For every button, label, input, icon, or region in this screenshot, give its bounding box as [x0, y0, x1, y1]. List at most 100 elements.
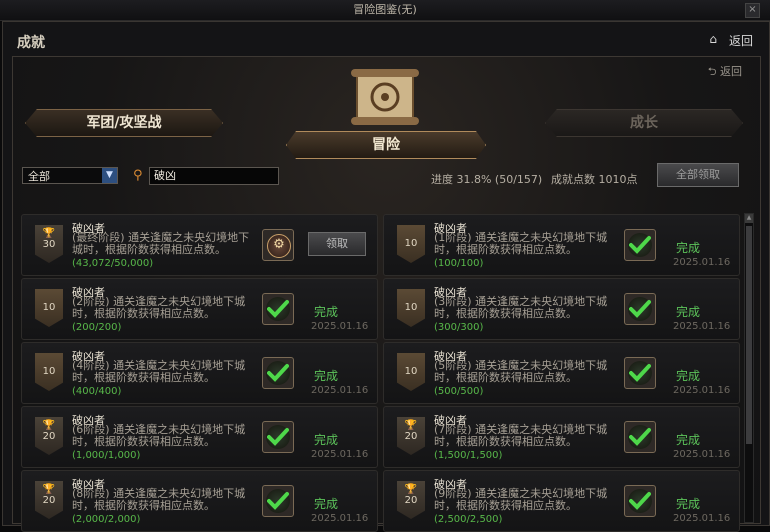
achievement-card: 10 破凶者 (4阶段) 通关逢魔之未央幻境地下城时，根据阶数获得相应点数。 (400… — [21, 342, 378, 404]
achievement-description: (3阶段) 通关逢魔之未央幻境地下城时，根据阶数获得相应点数。 — [434, 295, 608, 320]
completed-status: 完成 — [314, 369, 339, 383]
achievement-description: (8阶段) 通关逢魔之未央幻境地下城时，根据阶数获得相应点数。 — [72, 487, 246, 512]
achievement-card: 10 破凶者 (5阶段) 通关逢魔之未央幻境地下城时，根据阶数获得相应点数。 (500… — [383, 342, 740, 404]
achievement-points-text: 成就点数 1010点 — [551, 173, 638, 186]
achievement-progress: (1,500/1,500) — [434, 450, 503, 461]
achievement-progress: (1,000/1,000) — [72, 450, 141, 461]
reward-item-icon[interactable]: ⚙ — [262, 229, 294, 261]
achievement-description: (最终阶段) 通关逢魔之未央幻境地下城时，根据阶数获得相应点数。 — [72, 231, 250, 256]
badge-points: 20 — [404, 495, 418, 506]
achievement-badge: 🏆 20 — [397, 481, 425, 519]
scroll-emblem-icon — [351, 69, 419, 125]
claim-button[interactable]: 领取 — [308, 232, 366, 256]
chevron-down-icon[interactable]: ▼ — [102, 168, 117, 183]
page-title: 成就 — [17, 35, 45, 51]
achievement-badge: 🏆 20 — [35, 481, 63, 519]
tab-legion-siege[interactable]: 军团/攻坚战 — [25, 109, 223, 137]
reward-claimed-checkmark-icon[interactable] — [262, 421, 294, 453]
trophy-icon: 🏆 — [404, 484, 418, 495]
achievement-badge: 10 — [397, 289, 425, 327]
claim-all-button[interactable]: 全部领取 — [657, 163, 739, 187]
list-scrollbar[interactable]: ▲ — [744, 213, 754, 523]
completion-date: 2025.01.16 — [311, 385, 369, 396]
badge-points: 10 — [42, 302, 56, 313]
achievement-badge: 🏆 20 — [35, 417, 63, 455]
completion-date: 2025.01.16 — [311, 321, 369, 332]
achievement-description: (1阶段) 通关逢魔之未央幻境地下城时，根据阶数获得相应点数。 — [434, 231, 608, 256]
completed-status: 完成 — [314, 305, 339, 319]
badge-points: 10 — [404, 302, 418, 313]
achievement-badge: 10 — [397, 353, 425, 391]
completed-status: 完成 — [676, 241, 701, 255]
progress-text: 进度 31.8% (50/157) — [431, 173, 543, 186]
achievement-card: 🏆 20 破凶者 (6阶段) 通关逢魔之未央幻境地下城时，根据阶数获得相应点数。 (1,… — [21, 406, 378, 468]
reward-claimed-checkmark-icon[interactable] — [624, 421, 656, 453]
completion-date: 2025.01.16 — [673, 321, 731, 332]
tab-growth[interactable]: 成长 — [545, 109, 743, 137]
achievement-badge: 🏆 20 — [397, 417, 425, 455]
completion-date: 2025.01.16 — [673, 449, 731, 460]
window-titlebar: 冒险图鉴(无) × — [0, 0, 770, 21]
tab-adventure[interactable]: 冒险 — [286, 131, 486, 159]
scroll-up-arrow-icon[interactable]: ▲ — [745, 214, 753, 223]
achievement-panel: ⮌ 返回 军团/攻坚战 成长 冒险 全部 ▼ ⚲ 进度 31.8% (50/15… — [12, 56, 761, 532]
home-icon[interactable]: ⌂ — [709, 32, 717, 46]
trophy-icon: 🏆 — [42, 420, 56, 431]
reward-claimed-checkmark-icon[interactable] — [262, 293, 294, 325]
back-button[interactable]: 返回 — [729, 32, 753, 49]
completed-status: 完成 — [676, 305, 701, 319]
reward-claimed-checkmark-icon[interactable] — [624, 357, 656, 389]
scrollbar-thumb[interactable] — [746, 226, 752, 444]
reward-claimed-checkmark-icon[interactable] — [624, 485, 656, 517]
achievement-progress: (43,072/50,000) — [72, 258, 154, 269]
achievement-card: 10 破凶者 (3阶段) 通关逢魔之未央幻境地下城时，根据阶数获得相应点数。 (300… — [383, 278, 740, 340]
badge-points: 10 — [42, 366, 56, 377]
achievement-progress: (2,500/2,500) — [434, 514, 503, 525]
trophy-icon: 🏆 — [42, 484, 56, 495]
achievement-description: (4阶段) 通关逢魔之未央幻境地下城时，根据阶数获得相应点数。 — [72, 359, 246, 384]
achievement-progress: (2,000/2,000) — [72, 514, 141, 525]
achievement-description: (9阶段) 通关逢魔之未央幻境地下城时，根据阶数获得相应点数。 — [434, 487, 608, 512]
reward-claimed-checkmark-icon[interactable] — [624, 229, 656, 261]
completion-date: 2025.01.16 — [311, 449, 369, 460]
completed-status: 完成 — [314, 433, 339, 447]
achievement-card: 🏆 20 破凶者 (7阶段) 通关逢魔之未央幻境地下城时，根据阶数获得相应点数。 (1,… — [383, 406, 740, 468]
reward-claimed-checkmark-icon[interactable] — [262, 485, 294, 517]
badge-points: 10 — [404, 238, 418, 249]
completed-status: 完成 — [676, 369, 701, 383]
trophy-icon: 🏆 — [404, 420, 418, 431]
completion-date: 2025.01.16 — [673, 513, 731, 524]
achievement-window: 成就 ⌂ 返回 ⮌ 返回 军团/攻坚战 成长 冒险 全部 ▼ ⚲ 进度 31.8… — [2, 21, 770, 532]
completed-status: 完成 — [676, 497, 701, 511]
panel-back-button[interactable]: ⮌ 返回 — [708, 63, 742, 82]
achievement-badge: 🏆 30 — [35, 225, 63, 263]
achievement-progress: (200/200) — [72, 322, 122, 333]
achievement-card: 🏆 20 破凶者 (9阶段) 通关逢魔之未央幻境地下城时，根据阶数获得相应点数。 (2,… — [383, 470, 740, 532]
achievement-description: (5阶段) 通关逢魔之未央幻境地下城时，根据阶数获得相应点数。 — [434, 359, 608, 384]
achievement-card: 10 破凶者 (1阶段) 通关逢魔之未央幻境地下城时，根据阶数获得相应点数。 (100… — [383, 214, 740, 276]
category-filter-select[interactable]: 全部 ▼ — [22, 167, 118, 184]
achievement-badge: 10 — [397, 225, 425, 263]
achievement-progress: (500/500) — [434, 386, 484, 397]
search-icon: ⚲ — [133, 168, 143, 183]
window-title: 冒险图鉴(无) — [353, 3, 417, 16]
achievement-progress: (300/300) — [434, 322, 484, 333]
achievement-progress: (400/400) — [72, 386, 122, 397]
completion-date: 2025.01.16 — [673, 257, 731, 268]
header: 成就 ⌂ 返回 — [3, 22, 769, 54]
trophy-icon: 🏆 — [42, 228, 56, 239]
badge-points: 30 — [42, 239, 56, 250]
achievement-badge: 10 — [35, 289, 63, 327]
achievement-badge: 10 — [35, 353, 63, 391]
reward-claimed-checkmark-icon[interactable] — [624, 293, 656, 325]
achievement-progress: (100/100) — [434, 258, 484, 269]
badge-points: 20 — [42, 495, 56, 506]
achievement-description: (2阶段) 通关逢魔之未央幻境地下城时，根据阶数获得相应点数。 — [72, 295, 246, 320]
badge-points: 10 — [404, 366, 418, 377]
completed-status: 完成 — [314, 497, 339, 511]
reward-claimed-checkmark-icon[interactable] — [262, 357, 294, 389]
search-input[interactable] — [149, 167, 279, 185]
completion-date: 2025.01.16 — [673, 385, 731, 396]
filter-selected-value: 全部 — [28, 170, 50, 183]
close-icon[interactable]: × — [745, 3, 760, 18]
